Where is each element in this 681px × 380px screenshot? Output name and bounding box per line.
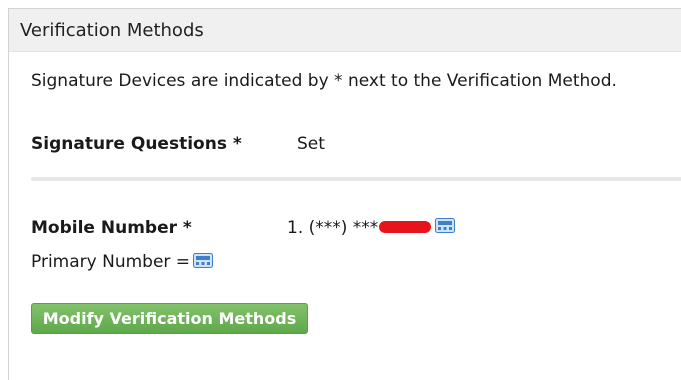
primary-number-row: Primary Number = [31, 252, 214, 272]
mobile-number-value: 1. (***) *** [287, 218, 379, 238]
panel-header: Verification Methods [9, 9, 681, 52]
redaction-mark [379, 221, 432, 233]
panel-title: Verification Methods [20, 19, 204, 41]
modify-verification-methods-button[interactable]: Modify Verification Methods [31, 303, 308, 334]
mobile-number-label: Mobile Number * [31, 218, 192, 238]
phone-icon [435, 217, 456, 233]
verification-methods-panel: Verification Methods Signature Devices a… [8, 8, 681, 380]
section-divider [31, 177, 681, 181]
mobile-number-row: Mobile Number * 1. (***) *** [31, 217, 456, 238]
primary-number-label: Primary Number = [31, 252, 191, 272]
intro-text: Signature Devices are indicated by * nex… [31, 71, 617, 91]
phone-icon [193, 252, 214, 268]
signature-questions-value: Set [297, 134, 325, 154]
signature-questions-label: Signature Questions * [31, 134, 242, 154]
signature-questions-row: Signature Questions * Set [31, 134, 325, 154]
